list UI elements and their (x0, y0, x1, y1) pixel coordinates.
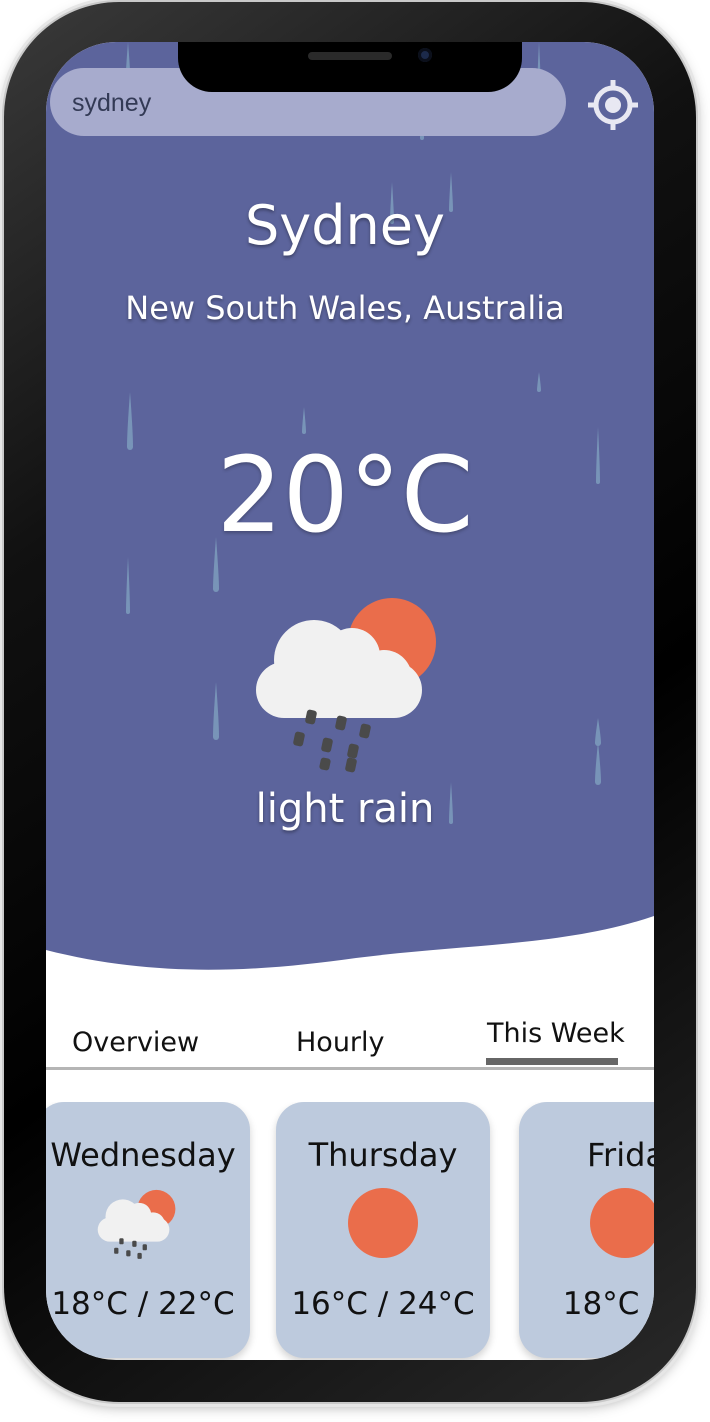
current-condition: light rain (255, 786, 435, 832)
speaker (308, 52, 392, 60)
light-rain-sun-icon (97, 1189, 176, 1259)
city-name: Sydney (245, 194, 445, 257)
tabs-divider (46, 1067, 654, 1070)
locate-icon[interactable] (586, 78, 640, 132)
forecast-tabs: Overview Hourly This Week (46, 1012, 654, 1070)
app-screen: Sydney New South Wales, Australia 20°C (46, 42, 654, 1360)
wave-divider (46, 916, 654, 1002)
forecast-card-thursday[interactable]: Thursday 16°C / 24°C (276, 1102, 490, 1358)
forecast-card-wednesday[interactable]: Wednesday 18°C / 22°C (46, 1102, 250, 1358)
region-name: New South Wales, Australia (125, 289, 565, 327)
current-temperature: 20°C (216, 434, 474, 556)
weather-hero: Sydney New South Wales, Australia 20°C (46, 42, 654, 1002)
weekly-forecast-list[interactable]: Wednesday 18°C / 22°C Thursday 16°C / 24… (46, 1102, 654, 1360)
front-camera (418, 48, 432, 62)
forecast-temps: 16°C / 24°C (291, 1286, 475, 1322)
forecast-day: Thursday (308, 1136, 458, 1174)
forecast-temps: 18°C / 22°C (51, 1286, 235, 1322)
sun-icon (590, 1188, 654, 1258)
sun-icon (348, 1188, 418, 1258)
tab-overview[interactable]: Overview (72, 1027, 199, 1058)
forecast-day: Wednesday (50, 1136, 236, 1174)
forecast-day: Frida (586, 1136, 654, 1174)
active-tab-indicator (486, 1058, 618, 1065)
light-rain-sun-icon (256, 598, 436, 773)
forecast-card-friday[interactable]: Frida 18°C / 2 (519, 1102, 654, 1358)
tab-this-week[interactable]: This Week (487, 1018, 625, 1049)
phone-notch (178, 42, 522, 92)
forecast-temps: 18°C / 2 (562, 1286, 654, 1322)
tab-hourly[interactable]: Hourly (296, 1027, 385, 1058)
